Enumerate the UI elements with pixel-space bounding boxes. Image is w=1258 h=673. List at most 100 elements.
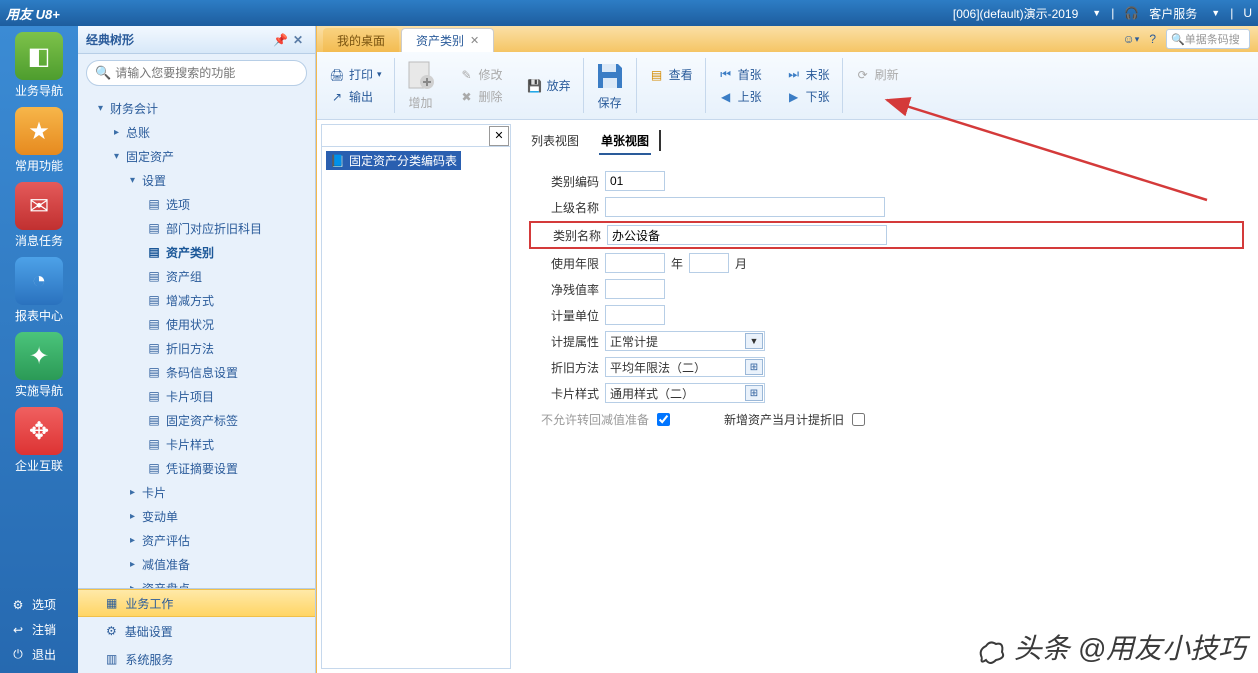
form-body: 列表视图 单张视图 类别编码 上级名称 类别名称 使用年限年月 净残值率 计量单… — [515, 120, 1258, 673]
lookup-icon[interactable]: ⊞ — [745, 359, 763, 375]
add-button[interactable]: 增加 — [395, 52, 447, 119]
headset-icon: 🎧 — [1124, 6, 1139, 20]
discard-button[interactable]: 💾放弃 — [523, 75, 575, 97]
tree-finance[interactable]: ▾财务会计 — [78, 96, 315, 120]
noreturn-checkbox[interactable] — [657, 413, 670, 426]
tree-leaf[interactable]: ▤条码信息设置 — [78, 360, 315, 384]
chevron-down-icon: ▾ — [98, 103, 110, 114]
rail-label: 企业互联 — [15, 459, 63, 473]
rail-options[interactable]: ⚙选项 — [8, 592, 70, 617]
tree-fa[interactable]: ▾固定资产 — [78, 144, 315, 168]
modify-button[interactable]: ✎修改 — [455, 64, 507, 86]
view-list-tab[interactable]: 列表视图 — [529, 128, 581, 155]
clear-button[interactable]: ✕ — [489, 126, 509, 146]
year-unit: 年 — [671, 255, 683, 272]
nav-search-input[interactable] — [115, 66, 298, 80]
name-input[interactable] — [607, 225, 887, 245]
tree-leaf[interactable]: ▤部门对应折旧科目 — [78, 216, 315, 240]
tree-leaf[interactable]: ▤固定资产标签 — [78, 408, 315, 432]
doc-icon: ▤ — [146, 245, 162, 259]
btn-label: 末张 — [806, 66, 830, 83]
divider: | — [1111, 6, 1114, 20]
btn-label: 修改 — [479, 66, 503, 83]
salvage-label: 净残值率 — [529, 281, 599, 298]
category-search-input[interactable] — [322, 129, 489, 143]
rail-bottom-label: 选项 — [32, 596, 56, 613]
output-button[interactable]: ↗输出 — [325, 86, 386, 108]
rail-deploy[interactable]: ✦实施导航 — [5, 332, 73, 399]
tree-leaf[interactable]: ▤凭证摘要设置 — [78, 456, 315, 480]
tree-leaf[interactable]: ▤使用状况 — [78, 312, 315, 336]
chevron-down-icon[interactable]: ▼ — [745, 333, 763, 349]
help-icon[interactable]: ? — [1149, 32, 1156, 46]
tree-leaf[interactable]: ▤增减方式 — [78, 288, 315, 312]
tree-leaf[interactable]: ▤选项 — [78, 192, 315, 216]
refresh-button[interactable]: ⟳刷新 — [851, 64, 903, 86]
method-picker[interactable]: 平均年限法（二）⊞ — [605, 357, 765, 377]
title-bar: 用友 U8+ [006](default)演示-2019 ▼ | 🎧 客户服务 … — [0, 0, 1258, 26]
save-button[interactable]: 保存 — [584, 52, 636, 119]
service-link[interactable]: 客户服务 — [1149, 5, 1197, 22]
rail-biznav[interactable]: ◧业务导航 — [5, 32, 73, 99]
watermark-text: @用友小技巧 — [1078, 633, 1246, 664]
last-button[interactable]: ⏭末张 — [782, 64, 834, 86]
tree-label: 固定资产标签 — [166, 412, 238, 429]
rail-exit[interactable]: ⏻退出 — [8, 642, 70, 667]
rail-enterprise[interactable]: ✥企业互联 — [5, 407, 73, 474]
view-button[interactable]: ▤查看 — [645, 64, 697, 86]
nav-bottom-bizwork[interactable]: ▦业务工作 — [78, 589, 315, 617]
tree-change[interactable]: ▸变动单 — [78, 504, 315, 528]
style-picker[interactable]: 通用样式（二）⊞ — [605, 383, 765, 403]
tree-leaf[interactable]: ▤卡片样式 — [78, 432, 315, 456]
picker-value: 正常计提 — [610, 333, 658, 350]
tab-desktop[interactable]: 我的桌面 — [323, 28, 399, 52]
tab-label: 资产类别 — [416, 32, 464, 49]
category-root[interactable]: 📘固定资产分类编码表 — [326, 151, 461, 170]
tab-asset-class[interactable]: 资产类别 ✕ — [401, 28, 494, 52]
rail-messages[interactable]: ✉消息任务 — [5, 182, 73, 249]
prev-button[interactable]: ◀上张 — [714, 86, 766, 108]
tree-eval[interactable]: ▸资产评估 — [78, 528, 315, 552]
env-dropdown-icon[interactable]: ▼ — [1092, 8, 1101, 18]
life-years-input[interactable] — [605, 253, 665, 273]
tree-inventory[interactable]: ▸资产盘点 — [78, 576, 315, 588]
u-menu[interactable]: U — [1243, 6, 1252, 20]
pin-icon[interactable]: 📌 — [273, 33, 287, 47]
barcode-search[interactable]: 🔍单据条码搜 — [1166, 29, 1250, 49]
close-icon[interactable]: ✕ — [293, 33, 307, 47]
nav-bottom-system[interactable]: ▥系统服务 — [78, 645, 315, 673]
unit-input[interactable] — [605, 305, 665, 325]
delete-button[interactable]: ✖删除 — [455, 86, 507, 108]
next-button[interactable]: ▶下张 — [782, 86, 834, 108]
code-input[interactable] — [605, 171, 665, 191]
accrual-picker[interactable]: 正常计提 ▼ — [605, 331, 765, 351]
rail-logout[interactable]: ↩注销 — [8, 617, 70, 642]
tree-card[interactable]: ▸卡片 — [78, 480, 315, 504]
btn-label: 查看 — [669, 66, 693, 83]
smile-icon[interactable]: ☺▾ — [1123, 32, 1140, 46]
parent-input[interactable] — [605, 197, 885, 217]
life-months-input[interactable] — [689, 253, 729, 273]
service-dropdown-icon[interactable]: ▼ — [1211, 8, 1220, 18]
nav-search[interactable]: 🔍 — [86, 60, 307, 86]
print-button[interactable]: 🖨打印▾ — [325, 64, 386, 86]
tree-gl[interactable]: ▸总账 — [78, 120, 315, 144]
newasset-checkbox[interactable] — [852, 413, 865, 426]
lookup-icon[interactable]: ⊞ — [745, 385, 763, 401]
view-single-tab[interactable]: 单张视图 — [599, 128, 651, 155]
tree-settings[interactable]: ▾设置 — [78, 168, 315, 192]
nav-bottom-basic[interactable]: ⚙基础设置 — [78, 617, 315, 645]
salvage-input[interactable] — [605, 279, 665, 299]
tree-leaf[interactable]: ▤折旧方法 — [78, 336, 315, 360]
tree-label: 折旧方法 — [166, 340, 214, 357]
rail-reports[interactable]: ◔报表中心 — [5, 257, 73, 324]
tree-impair[interactable]: ▸减值准备 — [78, 552, 315, 576]
tree-leaf[interactable]: ▤卡片项目 — [78, 384, 315, 408]
env-label[interactable]: [006](default)演示-2019 — [953, 5, 1078, 22]
first-button[interactable]: ⏮首张 — [714, 64, 766, 86]
close-icon[interactable]: ✕ — [470, 34, 479, 47]
tree-asset-class[interactable]: ▤资产类别 — [78, 240, 315, 264]
watermark-icon — [976, 636, 1006, 666]
tree-leaf[interactable]: ▤资产组 — [78, 264, 315, 288]
rail-favorites[interactable]: ★常用功能 — [5, 107, 73, 174]
